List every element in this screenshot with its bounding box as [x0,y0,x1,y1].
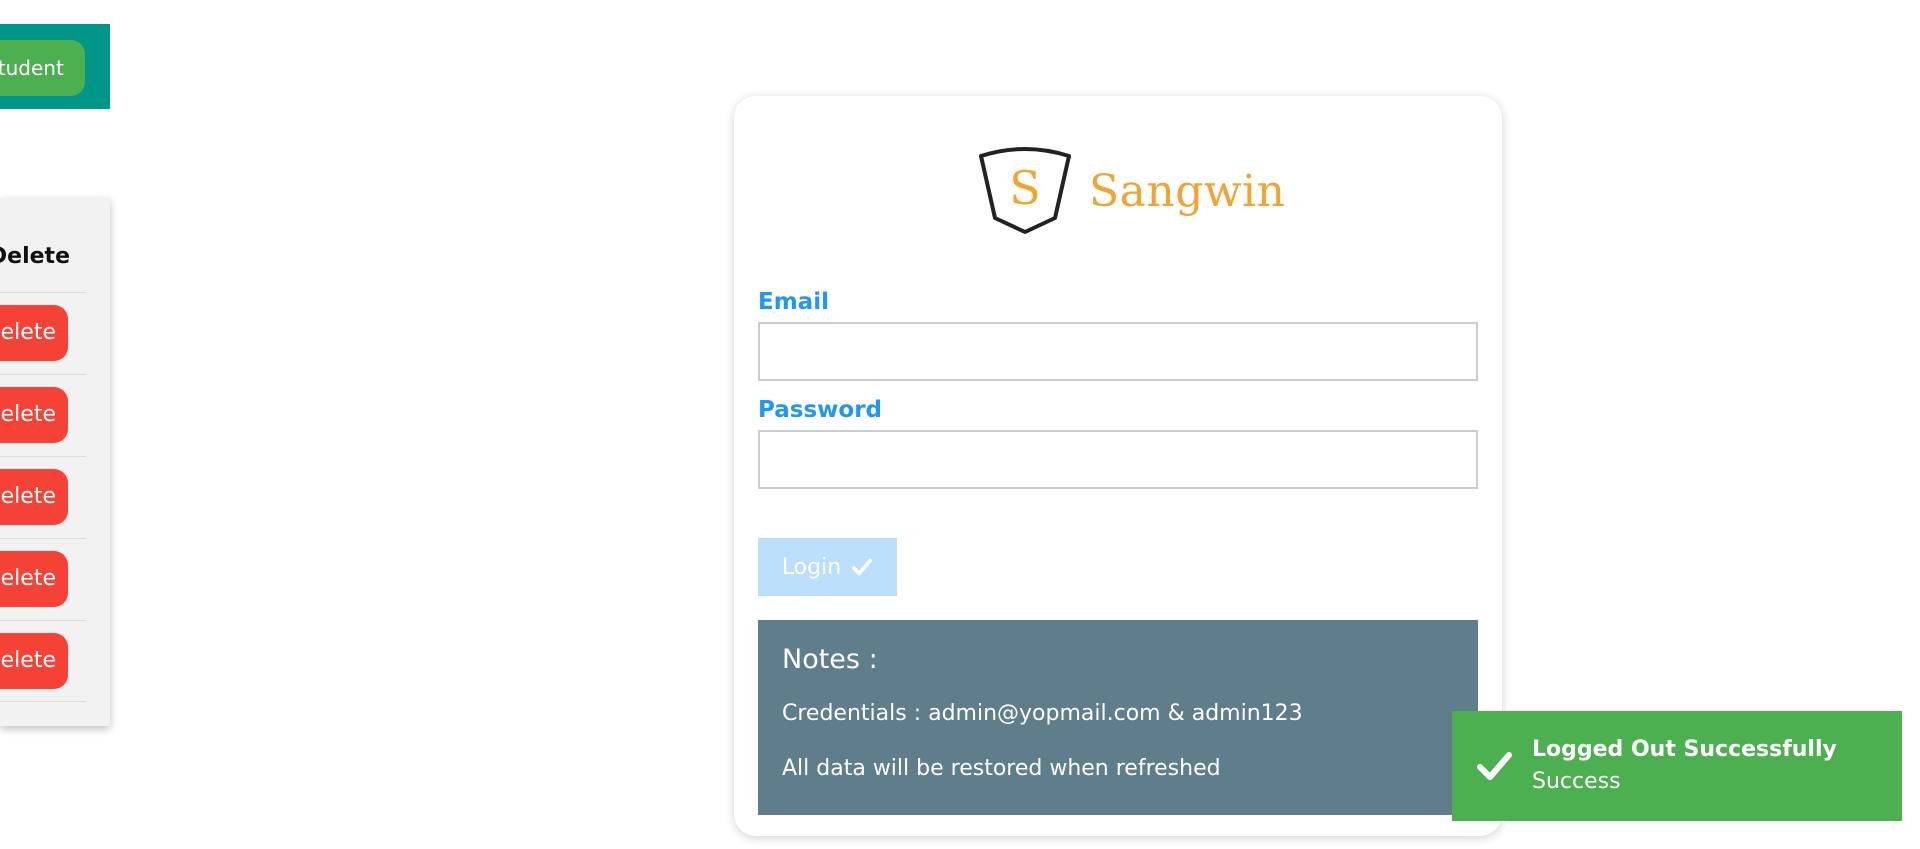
check-icon [1477,752,1512,780]
notes-title: Notes : [782,644,878,675]
toast-content: Logged Out Successfully Success [1532,734,1837,798]
login-button-label: Login [781,554,842,580]
shield-logo-icon: S [979,147,1071,234]
email-label: Email [758,289,829,315]
toast-message: Success [1532,769,1621,794]
delete-button[interactable]: Delete [0,551,68,607]
delete-button[interactable]: Delete [0,469,68,525]
table-row: Delete [0,538,86,620]
logo-letter: S [1009,161,1041,215]
login-card: S Sangwin Email Password Login Notes : C… [734,96,1502,836]
add-student-button[interactable]: Add Student [0,40,85,96]
check-icon [852,558,873,576]
toast-title: Logged Out Successfully [1532,737,1837,762]
table-row: Delete [0,292,86,374]
delete-button[interactable]: Delete [0,387,68,443]
restore-note: All data will be restored when refreshed [782,756,1221,781]
students-table: Delete Delete Delete Delete Delete Delet… [0,198,110,726]
delete-button[interactable]: Delete [0,305,68,361]
password-label: Password [758,397,882,423]
email-input[interactable] [758,322,1478,381]
credentials-note: Credentials : admin@yopmail.com & admin1… [782,701,1303,726]
login-button[interactable]: Login [758,538,897,596]
notes-panel: Notes : Credentials : admin@yopmail.com … [758,620,1478,815]
success-toast[interactable]: Logged Out Successfully Success [1452,711,1902,821]
delete-column-header: Delete [0,244,70,269]
sangwin-logo: S Sangwin [975,146,1285,236]
table-row: Delete [0,374,86,456]
table-row: Delete [0,620,86,702]
table-row: Delete [0,456,86,538]
delete-button[interactable]: Delete [0,633,68,689]
top-toolbar: Add Student [0,24,110,109]
logo-text: Sangwin [1089,165,1286,217]
password-input[interactable] [758,430,1478,489]
